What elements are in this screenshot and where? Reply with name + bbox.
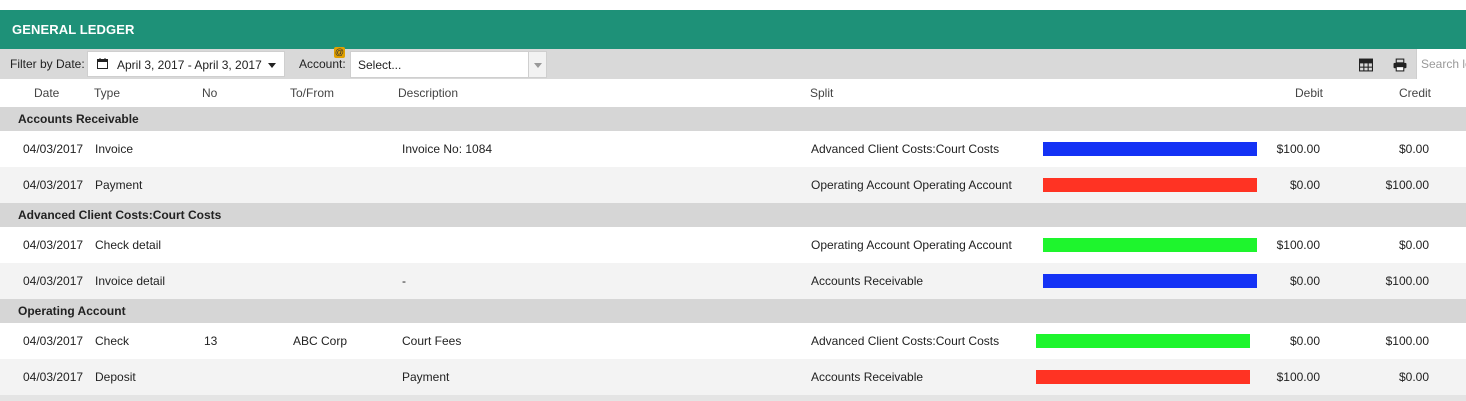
cell-date: 04/03/2017	[23, 334, 84, 348]
bottom-strip	[0, 395, 1466, 401]
calendar-icon	[97, 58, 108, 69]
caret-down-icon	[268, 63, 276, 68]
group-name: Operating Account	[18, 304, 126, 318]
search-box[interactable]	[1416, 49, 1466, 79]
cell-credit: $100.00	[1385, 274, 1429, 288]
cell-description: Invoice No: 1084	[402, 142, 493, 156]
table-row[interactable]: 04/03/2017 Invoice Invoice No: 1084 Adva…	[0, 131, 1466, 167]
cell-type: Invoice	[95, 142, 134, 156]
cell-description: Payment	[402, 370, 450, 384]
cell-no: 13	[204, 334, 218, 348]
cell-split: Operating Account Operating Account	[811, 178, 1012, 192]
cell-credit: $0.00	[1398, 238, 1429, 252]
cell-split: Advanced Client Costs:Court Costs	[811, 334, 1000, 348]
column-header-type[interactable]: Type	[94, 86, 120, 100]
account-select[interactable]: Select...	[350, 51, 547, 78]
cell-date: 04/03/2017	[23, 142, 84, 156]
cell-debit: $100.00	[1276, 142, 1320, 156]
date-range-picker[interactable]: April 3, 2017 - April 3, 2017	[87, 51, 285, 77]
group-header: Operating Account	[0, 299, 1466, 323]
split-color-bar	[1036, 334, 1250, 348]
cell-description: -	[402, 274, 406, 288]
table-row[interactable]: 04/03/2017 Check 13 ABC Corp Court Fees …	[0, 323, 1466, 359]
group-header: Accounts Receivable	[0, 107, 1466, 131]
cell-type: Check	[95, 334, 130, 348]
cell-date: 04/03/2017	[23, 370, 84, 384]
cell-debit: $100.00	[1276, 238, 1320, 252]
column-header-debit[interactable]: Debit	[1295, 86, 1323, 100]
split-color-bar	[1043, 142, 1257, 156]
cell-date: 04/03/2017	[23, 238, 84, 252]
split-color-bar	[1043, 274, 1257, 288]
page-title: GENERAL LEDGER	[12, 22, 135, 37]
filter-by-date-label: Filter by Date:	[10, 57, 85, 71]
cell-description: Court Fees	[402, 334, 462, 348]
cell-split: Operating Account Operating Account	[811, 238, 1012, 252]
column-header-split[interactable]: Split	[810, 86, 833, 100]
cell-type: Invoice detail	[95, 274, 166, 288]
top-strip	[0, 0, 1466, 10]
cell-split: Advanced Client Costs:Court Costs	[811, 142, 1000, 156]
column-header-no[interactable]: No	[202, 86, 217, 100]
table-header: Date Type No To/From Description Split D…	[0, 79, 1466, 107]
cell-debit: $0.00	[1289, 178, 1320, 192]
cell-debit: $100.00	[1276, 370, 1320, 384]
chevron-down-icon	[534, 63, 542, 68]
split-color-bar	[1043, 238, 1257, 252]
account-select-toggle[interactable]	[528, 52, 546, 77]
cell-type: Deposit	[95, 370, 136, 384]
cell-type: Payment	[95, 178, 143, 192]
cell-split: Accounts Receivable	[811, 370, 924, 384]
table-row[interactable]: 04/03/2017 Check detail Operating Accoun…	[0, 227, 1466, 263]
group-header: Advanced Client Costs:Court Costs	[0, 203, 1466, 227]
print-icon[interactable]	[1393, 58, 1407, 72]
cell-date: 04/03/2017	[23, 274, 84, 288]
cell-credit: $100.00	[1385, 334, 1429, 348]
cell-credit: $0.00	[1398, 142, 1429, 156]
cell-split: Accounts Receivable	[811, 274, 924, 288]
cell-credit: $0.00	[1398, 370, 1429, 384]
date-range-value: April 3, 2017 - April 3, 2017	[117, 58, 262, 72]
search-input[interactable]	[1417, 49, 1466, 79]
account-select-value: Select...	[358, 58, 402, 72]
cell-to-from: ABC Corp	[293, 334, 348, 348]
account-label: Account:	[299, 57, 346, 71]
split-color-bar	[1036, 370, 1250, 384]
table-row[interactable]: 04/03/2017 Deposit Payment Accounts Rece…	[0, 359, 1466, 395]
title-bar: GENERAL LEDGER	[0, 10, 1466, 49]
table-row[interactable]: 04/03/2017 Payment Operating Account Ope…	[0, 167, 1466, 203]
toolbar: Filter by Date: April 3, 2017 - April 3,…	[0, 49, 1466, 79]
group-name: Advanced Client Costs:Court Costs	[18, 208, 222, 222]
cell-debit: $0.00	[1289, 274, 1320, 288]
group-name: Accounts Receivable	[18, 112, 139, 126]
at-badge: @	[334, 47, 345, 58]
table-row[interactable]: 04/03/2017 Invoice detail - Accounts Rec…	[0, 263, 1466, 299]
cell-credit: $100.00	[1385, 178, 1429, 192]
column-header-date[interactable]: Date	[34, 86, 59, 100]
column-header-credit[interactable]: Credit	[1399, 86, 1431, 100]
column-header-to-from[interactable]: To/From	[290, 86, 334, 100]
cell-type: Check detail	[95, 238, 162, 252]
cell-debit: $0.00	[1289, 334, 1320, 348]
split-color-bar	[1043, 178, 1257, 192]
cell-date: 04/03/2017	[23, 178, 84, 192]
column-header-description[interactable]: Description	[398, 86, 458, 100]
table-view-icon[interactable]	[1359, 58, 1373, 72]
